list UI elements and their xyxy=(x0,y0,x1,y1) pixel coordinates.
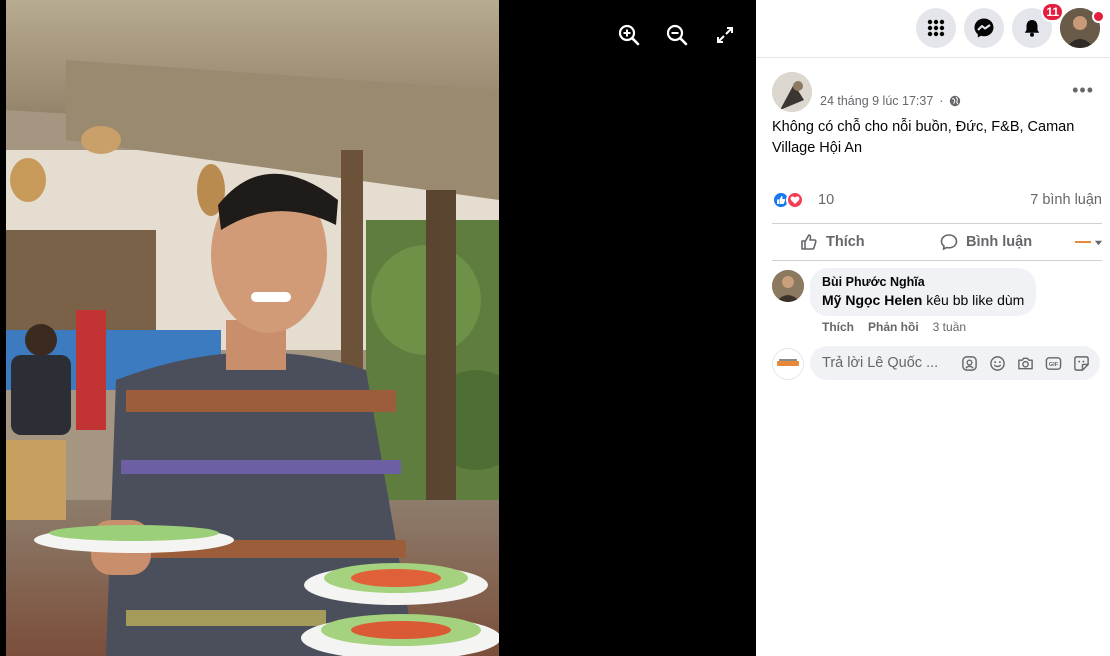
notifications-button[interactable]: 11 xyxy=(1012,2,1064,48)
more-options-button[interactable]: ••• xyxy=(1072,80,1094,101)
comment-button[interactable]: Bình luận xyxy=(940,224,1032,260)
comment-icon xyxy=(940,234,958,251)
zoom-out-icon xyxy=(666,24,688,46)
page-avatar-icon xyxy=(1074,238,1092,246)
messenger-button[interactable] xyxy=(964,8,1004,48)
zoom-in-button[interactable] xyxy=(614,20,644,50)
post-actions: Thích Bình luận xyxy=(772,223,1103,261)
avatar-sticker-button[interactable] xyxy=(960,354,978,372)
comment-actions: Thích Phản hồi 3 tuần xyxy=(822,320,966,334)
gif-icon: GIF xyxy=(1045,356,1061,370)
messenger-icon xyxy=(974,18,994,38)
emoji-button[interactable] xyxy=(988,354,1006,372)
comment-label: Bình luận xyxy=(966,234,1033,250)
zoom-in-icon xyxy=(618,24,640,46)
comment-like-link[interactable]: Thích xyxy=(822,320,854,334)
react-as-selector[interactable] xyxy=(1074,224,1103,260)
emoji-icon xyxy=(989,355,1005,371)
photo-viewer xyxy=(0,0,756,656)
like-button[interactable]: Thích xyxy=(800,224,865,260)
gif-button[interactable]: GIF xyxy=(1044,354,1062,372)
post-header: 24 tháng 9 lúc 17:37 · ••• xyxy=(772,72,1102,116)
reply-avatar xyxy=(772,348,804,380)
post-panel: 11 24 tháng 9 lúc 17:37 · ••• Không có c… xyxy=(756,0,1110,656)
commenter-avatar[interactable] xyxy=(772,270,804,302)
post-caption: Không có chỗ cho nỗi buồn, Đức, F&B, Cam… xyxy=(772,119,1075,156)
thumbs-up-icon xyxy=(801,234,817,250)
notifications-badge: 11 xyxy=(1041,2,1064,22)
chevron-down-icon xyxy=(1094,240,1103,245)
comment-author[interactable]: Bùi Phước Nghĩa xyxy=(822,275,1024,289)
love-icon xyxy=(786,191,804,209)
reaction-icons[interactable] xyxy=(772,191,804,209)
camera-icon xyxy=(1017,357,1033,369)
post-meta: 24 tháng 9 lúc 17:37 · xyxy=(820,94,961,108)
reply-placeholder: Trả lời Lê Quốc ... xyxy=(822,355,939,371)
account-alert-dot xyxy=(1092,10,1105,23)
post-stats: 10 7 bình luận xyxy=(772,190,1102,212)
tagged-user[interactable]: Mỹ Ngọc Helen xyxy=(822,292,922,308)
post-timestamp[interactable]: 24 tháng 9 lúc 17:37 xyxy=(820,94,933,108)
comments-count[interactable]: 7 bình luận xyxy=(1030,192,1102,208)
reply-input[interactable]: Trả lời Lê Quốc ... GIF xyxy=(810,346,1100,380)
comment-text: Mỹ Ngọc Helen kêu bb like dùm xyxy=(822,292,1024,308)
zoom-out-button[interactable] xyxy=(662,20,692,50)
comment-body: kêu bb like dùm xyxy=(922,292,1025,308)
reaction-count[interactable]: 10 xyxy=(818,192,834,208)
reply-tools: GIF xyxy=(960,354,1090,372)
author-avatar[interactable] xyxy=(772,72,812,112)
like-label: Thích xyxy=(826,234,865,250)
svg-text:GIF: GIF xyxy=(1048,361,1058,367)
sticker-button[interactable] xyxy=(1072,354,1090,372)
reply-composer: Trả lời Lê Quốc ... GIF xyxy=(772,346,1102,380)
bell-icon xyxy=(1024,20,1040,37)
avatar-sticker-icon xyxy=(961,355,977,371)
grid-menu-icon xyxy=(927,19,945,37)
top-bar: 11 xyxy=(756,0,1110,58)
fullscreen-icon xyxy=(717,27,733,43)
sticker-icon xyxy=(1073,355,1089,371)
comment-time[interactable]: 3 tuần xyxy=(933,320,966,334)
globe-icon xyxy=(950,95,961,107)
post-photo[interactable] xyxy=(6,0,499,656)
comment-reply-link[interactable]: Phản hồi xyxy=(868,320,919,334)
camera-button[interactable] xyxy=(1016,354,1034,372)
fullscreen-button[interactable] xyxy=(710,20,740,50)
menu-button[interactable] xyxy=(916,8,956,48)
comment-bubble: Bùi Phước Nghĩa Mỹ Ngọc Helen kêu bb lik… xyxy=(810,268,1037,316)
